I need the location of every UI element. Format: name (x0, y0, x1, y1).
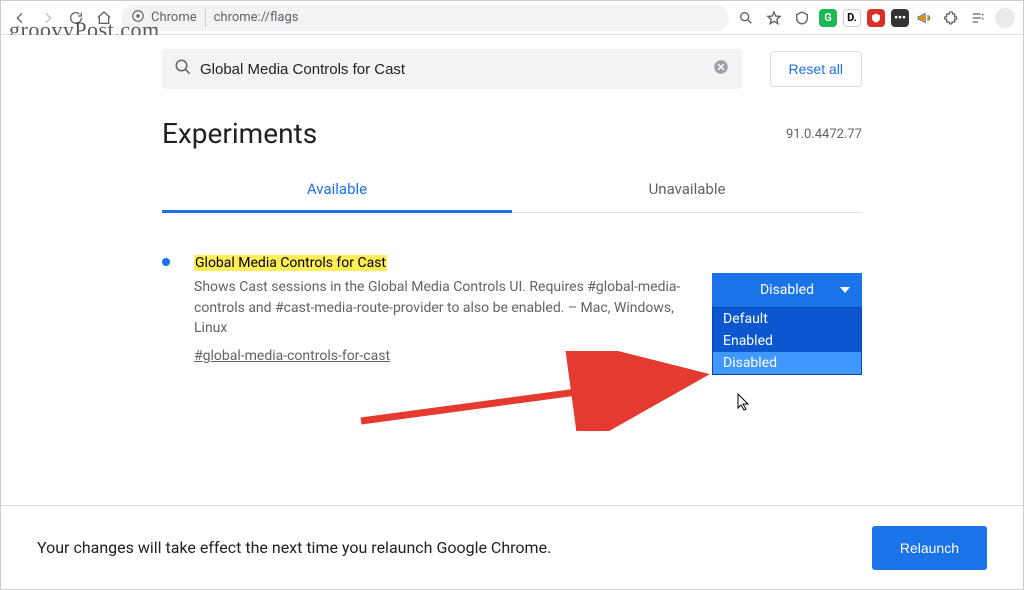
extension-grammarly-icon[interactable]: G (819, 9, 837, 27)
extensions-puzzle-icon[interactable] (939, 7, 961, 29)
tab-unavailable[interactable]: Unavailable (512, 168, 862, 212)
site-chip-icon (131, 9, 145, 27)
home-button[interactable] (93, 7, 115, 29)
tab-available[interactable]: Available (162, 168, 512, 213)
flag-title: Global Media Controls for Cast (194, 255, 387, 271)
flag-hash[interactable]: #global-media-controls-for-cast (194, 346, 390, 366)
browser-toolbar: Chrome chrome://flags G D. ••• (1, 1, 1023, 35)
extension-d-icon[interactable]: D. (843, 9, 861, 27)
profile-avatar[interactable] (995, 8, 1015, 28)
clear-search-icon[interactable] (712, 58, 730, 80)
reading-list-icon[interactable] (967, 7, 989, 29)
flag-item: Global Media Controls for Cast Shows Cas… (162, 253, 862, 366)
flag-state-dropdown: Default Enabled Disabled (712, 307, 862, 375)
address-url: chrome://flags (214, 10, 299, 25)
site-chip-label: Chrome (151, 10, 197, 25)
option-enabled[interactable]: Enabled (713, 330, 861, 352)
extension-ublock-icon[interactable] (867, 9, 885, 27)
page-content: Reset all Experiments 91.0.4472.77 Avail… (1, 35, 1023, 505)
search-input[interactable] (200, 61, 704, 78)
bookmark-icon[interactable] (763, 7, 785, 29)
pocket-icon[interactable] (791, 7, 813, 29)
reload-button[interactable] (65, 7, 87, 29)
flags-search-bar[interactable] (162, 49, 742, 89)
search-icon (174, 58, 192, 80)
relaunch-message: Your changes will take effect the next t… (37, 538, 551, 557)
back-button[interactable] (9, 7, 31, 29)
zoom-icon[interactable] (735, 7, 757, 29)
address-bar[interactable]: Chrome chrome://flags (121, 5, 729, 31)
extension-announce-icon[interactable] (915, 9, 933, 27)
forward-button[interactable] (37, 7, 59, 29)
flag-modified-dot (162, 258, 170, 266)
flag-description: Shows Cast sessions in the Global Media … (194, 277, 688, 338)
reset-all-button[interactable]: Reset all (770, 51, 862, 87)
relaunch-button[interactable]: Relaunch (872, 526, 987, 570)
extension-dots-icon[interactable]: ••• (891, 9, 909, 27)
option-default[interactable]: Default (713, 308, 861, 330)
page-title: Experiments (162, 117, 862, 150)
relaunch-bar: Your changes will take effect the next t… (1, 505, 1023, 589)
option-disabled[interactable]: Disabled (713, 352, 861, 374)
flag-state-select[interactable]: Disabled (712, 273, 862, 307)
tabs: Available Unavailable (162, 168, 862, 213)
version-label: 91.0.4472.77 (786, 127, 862, 142)
flag-state-selected: Disabled (760, 282, 814, 298)
